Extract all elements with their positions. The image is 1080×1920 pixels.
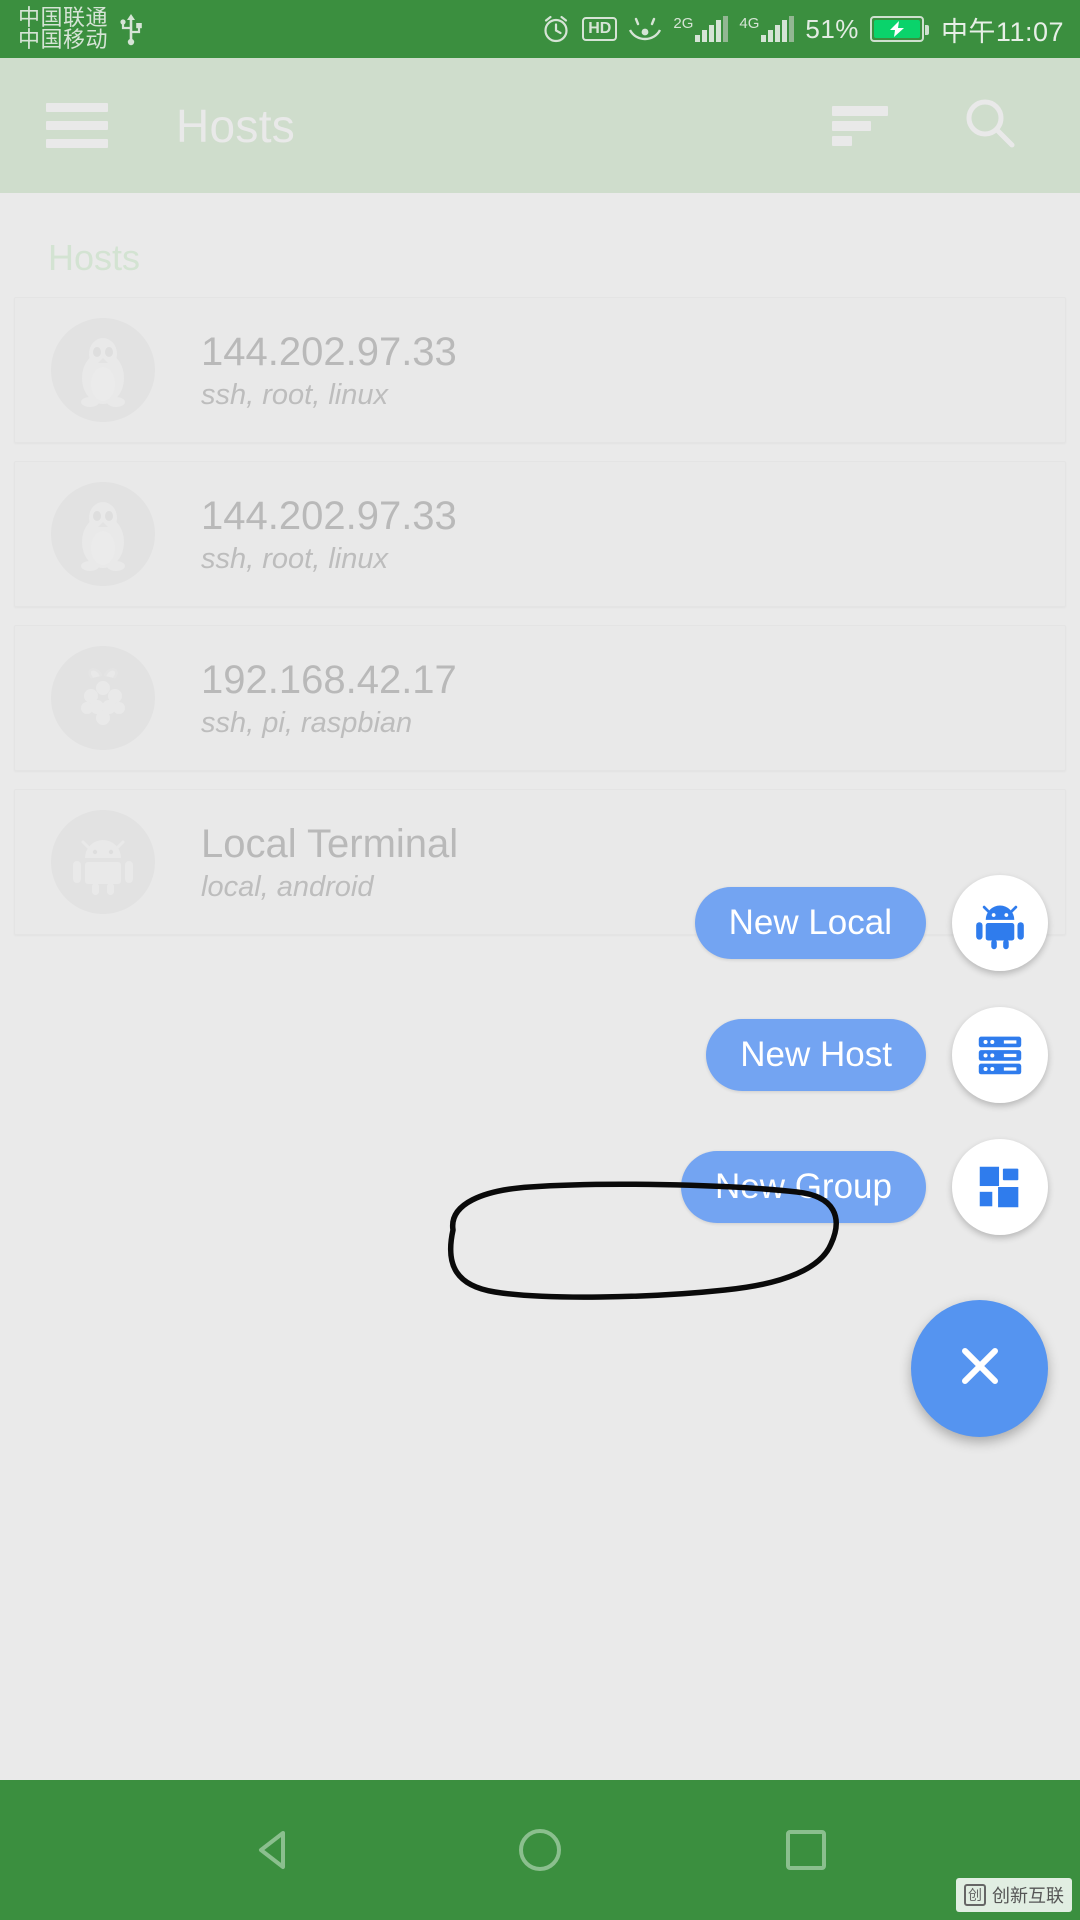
host-subtitle: ssh, root, linux — [201, 378, 388, 411]
host-text: 144.202.97.33 ssh, root, linux — [201, 493, 457, 576]
host-list-item[interactable]: 144.202.97.33 ssh, root, linux — [14, 297, 1066, 443]
fab-close-button[interactable] — [911, 1300, 1048, 1437]
back-triangle-icon[interactable] — [239, 1815, 309, 1885]
fab-label-new-host[interactable]: New Host — [706, 1019, 926, 1091]
alarm-clock-icon — [541, 14, 571, 44]
home-circle-icon[interactable] — [505, 1815, 575, 1885]
sim2-network-label: 4G — [739, 15, 760, 32]
eye-comfort-icon — [628, 16, 662, 42]
navigation-bar — [0, 1780, 1080, 1920]
hamburger-menu-icon[interactable] — [46, 94, 108, 157]
signal-sim2: 4G — [739, 15, 795, 42]
close-icon — [952, 1338, 1008, 1399]
fab-action-new-host[interactable]: New Host — [706, 1007, 1048, 1103]
host-subtitle: local, android — [201, 870, 374, 903]
watermark: 创 创新互联 — [956, 1878, 1072, 1912]
battery-charging-bolt — [873, 20, 920, 38]
group-squares-icon[interactable] — [952, 1139, 1048, 1235]
android-robot-icon[interactable] — [952, 875, 1048, 971]
fab-action-new-group[interactable]: New Group — [680, 1139, 1048, 1235]
signal-sim1: 2G — [673, 15, 729, 42]
host-list-item[interactable]: 144.202.97.33 ssh, root, linux — [14, 461, 1066, 607]
host-list-item[interactable]: 192.168.42.17 ssh, pi, raspbian — [14, 625, 1066, 771]
host-text: 192.168.42.17 ssh, pi, raspbian — [201, 657, 457, 740]
hosts-list-container: Hosts 144.202.97.33 ssh, root, linux 144… — [0, 193, 1080, 1460]
host-subtitle: ssh, pi, raspbian — [201, 706, 413, 739]
sim2-bars — [761, 16, 795, 42]
watermark-logo: 创 — [964, 1884, 986, 1906]
host-title: 144.202.97.33 — [201, 329, 457, 374]
page-title: Hosts — [176, 99, 296, 152]
host-title: 192.168.42.17 — [201, 657, 457, 702]
android-robot-icon — [51, 810, 155, 914]
status-icons: HD 2G 4G 51% 中午11:07 — [541, 10, 1064, 49]
fab-label-new-local[interactable]: New Local — [694, 887, 926, 959]
carrier-labels: 中国联通 中国移动 — [18, 4, 109, 52]
host-title: Local Terminal — [201, 821, 459, 866]
usb-icon — [118, 12, 144, 46]
fab-label-new-group[interactable]: New Group — [680, 1151, 926, 1223]
host-subtitle: ssh, root, linux — [201, 542, 388, 575]
server-rack-icon[interactable] — [952, 1007, 1048, 1103]
carrier-label-1: 中国联通 — [18, 4, 109, 30]
app-bar-actions — [832, 94, 1018, 157]
linux-penguin-icon — [51, 318, 155, 422]
section-header: Hosts — [48, 237, 141, 278]
status-bar: 中国联通 中国移动 HD 2G 4G 51% 中午11:07 — [0, 0, 1080, 58]
sim1-network-label: 2G — [673, 15, 694, 32]
search-icon[interactable] — [960, 94, 1018, 157]
app-bar: Hosts — [0, 58, 1080, 193]
hd-voice-icon: HD — [582, 17, 618, 41]
watermark-text: 创新互联 — [992, 1886, 1064, 1906]
recents-square-icon[interactable] — [771, 1815, 841, 1885]
battery-percent: 51% — [805, 13, 859, 44]
carrier-label-2: 中国移动 — [18, 27, 109, 52]
host-title: 144.202.97.33 — [201, 493, 457, 538]
host-text: 144.202.97.33 ssh, root, linux — [201, 329, 457, 412]
fab-action-new-local[interactable]: New Local — [694, 875, 1048, 971]
sort-icon[interactable] — [832, 101, 888, 151]
host-text: Local Terminal local, android — [201, 821, 458, 904]
battery-icon — [869, 16, 929, 42]
status-clock: 中午11:07 — [940, 16, 1064, 47]
linux-penguin-icon — [51, 482, 155, 586]
sim1-bars — [695, 16, 729, 42]
raspberry-pi-icon — [51, 646, 155, 750]
